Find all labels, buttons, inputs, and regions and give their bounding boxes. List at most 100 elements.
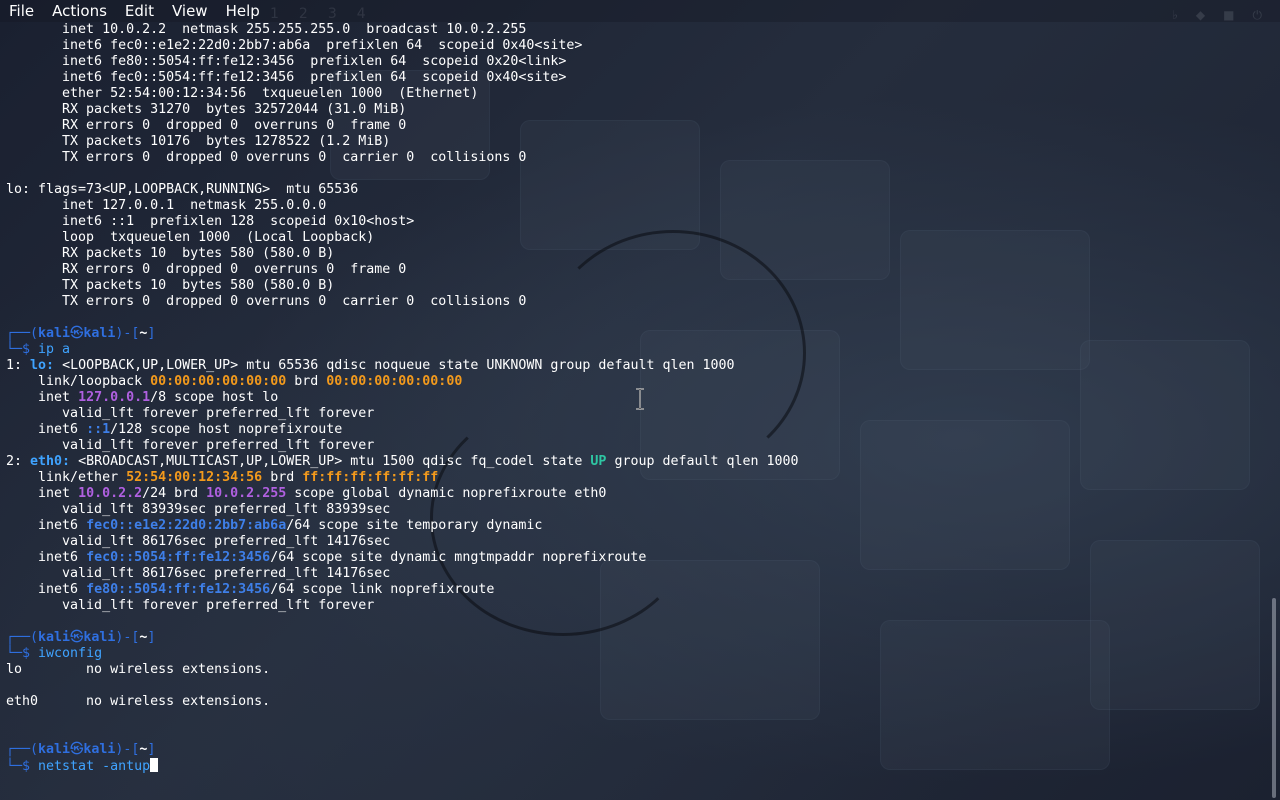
terminal-line: RX packets 10 bytes 580 (580.0 B): [6, 246, 1268, 262]
output-text: 10.0.2.255: [206, 486, 287, 501]
output-text: TX errors 0 dropped 0 overruns 0 carrier…: [6, 150, 527, 165]
output-text: valid_lft 83939sec preferred_lft 83939se…: [6, 502, 391, 517]
terminal-line: ┌──(kali㉿kali)-[~]: [6, 742, 1268, 758]
output-text: valid_lft 86176sec preferred_lft 14176se…: [6, 534, 391, 549]
menu-view[interactable]: View: [163, 0, 217, 22]
menu-file[interactable]: File: [0, 0, 43, 22]
output-text: 10.0.2.2: [78, 486, 143, 501]
output-text: ::1: [86, 422, 111, 437]
terminal-line: └─$ netstat -antup: [6, 758, 1268, 774]
output-text: eth0:: [30, 454, 71, 469]
output-text: inet6: [6, 582, 87, 597]
terminal-line: RX packets 31270 bytes 32572044 (31.0 Mi…: [6, 102, 1268, 118]
output-text: 1:: [6, 358, 31, 373]
prompt-decoration: ]: [147, 630, 156, 645]
terminal-line: inet6 fec0::e1e2:22d0:2bb7:ab6a/64 scope…: [6, 518, 1268, 534]
terminal-menubar: File Actions Edit View Help: [0, 0, 1280, 22]
terminal-line: ether 52:54:00:12:34:56 txqueuelen 1000 …: [6, 86, 1268, 102]
terminal-line: inet6 fec0::5054:ff:fe12:3456/64 scope s…: [6, 550, 1268, 566]
output-text: inet6 fec0::e1e2:22d0:2bb7:ab6a prefixle…: [6, 38, 583, 53]
terminal-scrollbar[interactable]: [1271, 22, 1276, 800]
menu-edit[interactable]: Edit: [116, 0, 163, 22]
output-text: RX packets 10 bytes 580 (580.0 B): [6, 246, 335, 261]
terminal-line: valid_lft 83939sec preferred_lft 83939se…: [6, 502, 1268, 518]
output-text: fec0::5054:ff:fe12:3456: [86, 550, 271, 565]
scroll-thumb[interactable]: [1272, 598, 1276, 798]
terminal-line: eth0 no wireless extensions.: [6, 694, 1268, 710]
terminal-line: inet6 fec0::5054:ff:fe12:3456 prefixlen …: [6, 70, 1268, 86]
output-text: inet: [6, 390, 79, 405]
output-text: scope global dynamic noprefixroute eth0: [286, 486, 607, 501]
terminal-line: inet6 fec0::e1e2:22d0:2bb7:ab6a prefixle…: [6, 38, 1268, 54]
prompt-decoration: )-[: [115, 742, 140, 757]
terminal-line: inet6 fe80::5054:ff:fe12:3456/64 scope l…: [6, 582, 1268, 598]
output-text: 2:: [6, 454, 31, 469]
terminal-line: TX packets 10176 bytes 1278522 (1.2 MiB): [6, 134, 1268, 150]
prompt-decoration: ㉿: [70, 742, 84, 757]
output-text: 00:00:00:00:00:00: [150, 374, 287, 389]
terminal-line: RX errors 0 dropped 0 overruns 0 frame 0: [6, 118, 1268, 134]
prompt-decoration: )-[: [115, 630, 140, 645]
output-text: inet 10.0.2.2 netmask 255.255.255.0 broa…: [6, 22, 527, 37]
output-text: inet 127.0.0.1 netmask 255.0.0.0: [6, 198, 327, 213]
prompt-decoration: ┌──(: [6, 742, 39, 757]
output-text: 00:00:00:00:00:00: [326, 374, 463, 389]
output-text: inet6: [6, 518, 87, 533]
terminal-output[interactable]: inet 10.0.2.2 netmask 255.255.255.0 broa…: [6, 22, 1268, 800]
prompt-decoration: ]: [147, 742, 156, 757]
prompt-decoration: ]: [147, 326, 156, 341]
prompt-decoration: ┌──(: [6, 326, 39, 341]
output-text: /64 scope link noprefixroute: [270, 582, 495, 597]
output-text: link/loopback: [6, 374, 151, 389]
terminal-line: lo no wireless extensions.: [6, 662, 1268, 678]
output-text: fe80::5054:ff:fe12:3456: [86, 582, 271, 597]
terminal-line: 2: eth0: <BROADCAST,MULTICAST,UP,LOWER_U…: [6, 454, 1268, 470]
terminal-line: valid_lft 86176sec preferred_lft 14176se…: [6, 534, 1268, 550]
prompt-user: kali: [38, 742, 71, 757]
output-text: └─$: [6, 759, 39, 774]
output-text: /64 scope site dynamic mngtmpaddr nopref…: [270, 550, 647, 565]
output-text: brd: [286, 374, 327, 389]
terminal-line: inet6 fe80::5054:ff:fe12:3456 prefixlen …: [6, 54, 1268, 70]
terminal-line: inet 127.0.0.1 netmask 255.0.0.0: [6, 198, 1268, 214]
terminal-line: ┌──(kali㉿kali)-[~]: [6, 326, 1268, 342]
output-text: RX packets 31270 bytes 32572044 (31.0 Mi…: [6, 102, 407, 117]
terminal-line: inet6 ::1 prefixlen 128 scopeid 0x10<hos…: [6, 214, 1268, 230]
output-text: └─$: [6, 342, 39, 357]
output-text: lo:: [30, 358, 55, 373]
terminal-line: valid_lft forever preferred_lft forever: [6, 438, 1268, 454]
prompt-host: kali: [83, 630, 116, 645]
terminal-line: inet6 ::1/128 scope host noprefixroute: [6, 422, 1268, 438]
terminal-cursor: [150, 758, 159, 772]
output-text: /64 scope site temporary dynamic: [286, 518, 543, 533]
output-text: brd: [262, 470, 303, 485]
terminal-line: └─$ ip a: [6, 342, 1268, 358]
terminal-line: loop txqueuelen 1000 (Local Loopback): [6, 230, 1268, 246]
terminal-line: TX errors 0 dropped 0 overruns 0 carrier…: [6, 294, 1268, 310]
terminal-line: 1: lo: <LOOPBACK,UP,LOWER_UP> mtu 65536 …: [6, 358, 1268, 374]
terminal-line: ┌──(kali㉿kali)-[~]: [6, 630, 1268, 646]
terminal-line: lo: flags=73<UP,LOOPBACK,RUNNING> mtu 65…: [6, 182, 1268, 198]
output-text: TX packets 10176 bytes 1278522 (1.2 MiB): [6, 134, 391, 149]
output-text: ether 52:54:00:12:34:56 txqueuelen 1000 …: [6, 86, 479, 101]
output-text: valid_lft 86176sec preferred_lft 14176se…: [6, 566, 391, 581]
output-text: ff:ff:ff:ff:ff:ff: [302, 470, 439, 485]
terminal-line: valid_lft forever preferred_lft forever: [6, 598, 1268, 614]
output-text: fec0::e1e2:22d0:2bb7:ab6a: [86, 518, 287, 533]
output-text: /8 scope host lo: [150, 390, 279, 405]
prompt-decoration: ┌──(: [6, 630, 39, 645]
prompt-decoration: )-[: [115, 326, 140, 341]
prompt-decoration: ㉿: [70, 326, 84, 341]
terminal-line: TX errors 0 dropped 0 overruns 0 carrier…: [6, 150, 1268, 166]
output-text: link/ether: [6, 470, 127, 485]
output-text: group default qlen 1000: [606, 454, 799, 469]
menu-actions[interactable]: Actions: [43, 0, 116, 22]
menu-help[interactable]: Help: [217, 0, 269, 22]
prompt-decoration: ㉿: [70, 630, 84, 645]
output-text: valid_lft forever preferred_lft forever: [6, 598, 375, 613]
terminal-line: TX packets 10 bytes 580 (580.0 B): [6, 278, 1268, 294]
